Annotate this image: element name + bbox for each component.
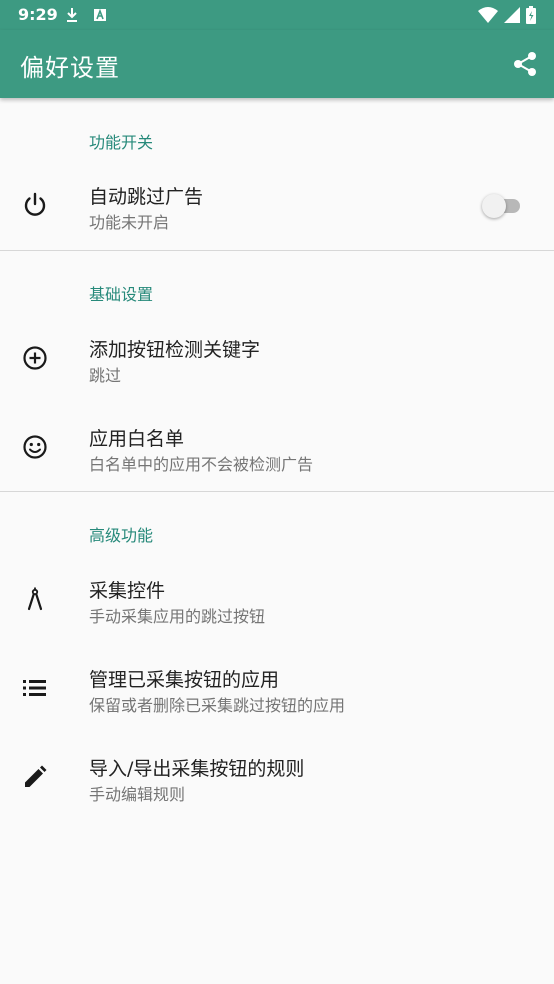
add-circle-icon — [23, 346, 47, 370]
auto-skip-toggle[interactable] — [482, 193, 522, 219]
item-title: 导入/导出采集按钮的规则 — [89, 758, 305, 780]
toggle-thumb — [482, 194, 506, 218]
divider — [0, 250, 554, 251]
list-icon — [23, 680, 46, 696]
section-title-basic-settings: 基础设置 — [89, 285, 154, 304]
power-icon — [24, 192, 46, 216]
item-subtitle: 保留或者删除已采集跳过按钮的应用 — [89, 696, 346, 715]
pref-auto-skip-ads[interactable]: 自动跳过广告 功能未开启 — [0, 165, 554, 245]
item-title: 应用白名单 — [89, 428, 185, 450]
pencil-icon — [25, 765, 47, 787]
item-subtitle: 手动采集应用的跳过按钮 — [89, 607, 266, 626]
section-title-feature-switch: 功能开关 — [89, 133, 154, 152]
item-title: 添加按钮检测关键字 — [89, 339, 261, 361]
status-left-icons — [64, 7, 108, 23]
pref-manage-collected-apps[interactable]: 管理已采集按钮的应用 保留或者删除已采集跳过按钮的应用 — [0, 648, 554, 728]
share-icon[interactable] — [512, 51, 538, 77]
status-right-icons — [478, 6, 536, 24]
item-title: 采集控件 — [89, 580, 166, 602]
pref-import-export-rules[interactable]: 导入/导出采集按钮的规则 手动编辑规则 — [0, 737, 554, 817]
item-subtitle: 手动编辑规则 — [89, 785, 186, 804]
pref-add-keyword[interactable]: 添加按钮检测关键字 跳过 — [0, 318, 554, 398]
download-icon — [67, 8, 77, 22]
app-bar: 偏好设置 — [0, 30, 554, 98]
smiley-icon — [23, 435, 47, 459]
status-bar: 9:29 — [0, 0, 554, 30]
status-time: 9:29 — [18, 5, 58, 24]
signal-icon — [504, 7, 520, 23]
divider — [0, 491, 554, 492]
wifi-icon — [478, 7, 498, 23]
battery-icon — [526, 6, 536, 24]
item-subtitle: 白名单中的应用不会被检测广告 — [89, 455, 314, 474]
item-title: 管理已采集按钮的应用 — [89, 669, 280, 691]
page-title: 偏好设置 — [20, 54, 120, 82]
section-title-advanced-features: 高级功能 — [89, 526, 154, 545]
a-badge-icon — [94, 8, 106, 21]
item-subtitle: 功能未开启 — [89, 213, 170, 232]
pref-app-whitelist[interactable]: 应用白名单 白名单中的应用不会被检测广告 — [0, 407, 554, 487]
item-subtitle: 跳过 — [89, 366, 122, 385]
item-title: 自动跳过广告 — [89, 186, 204, 208]
pref-collect-controls[interactable]: 采集控件 手动采集应用的跳过按钮 — [0, 559, 554, 639]
compass-icon — [27, 587, 43, 611]
